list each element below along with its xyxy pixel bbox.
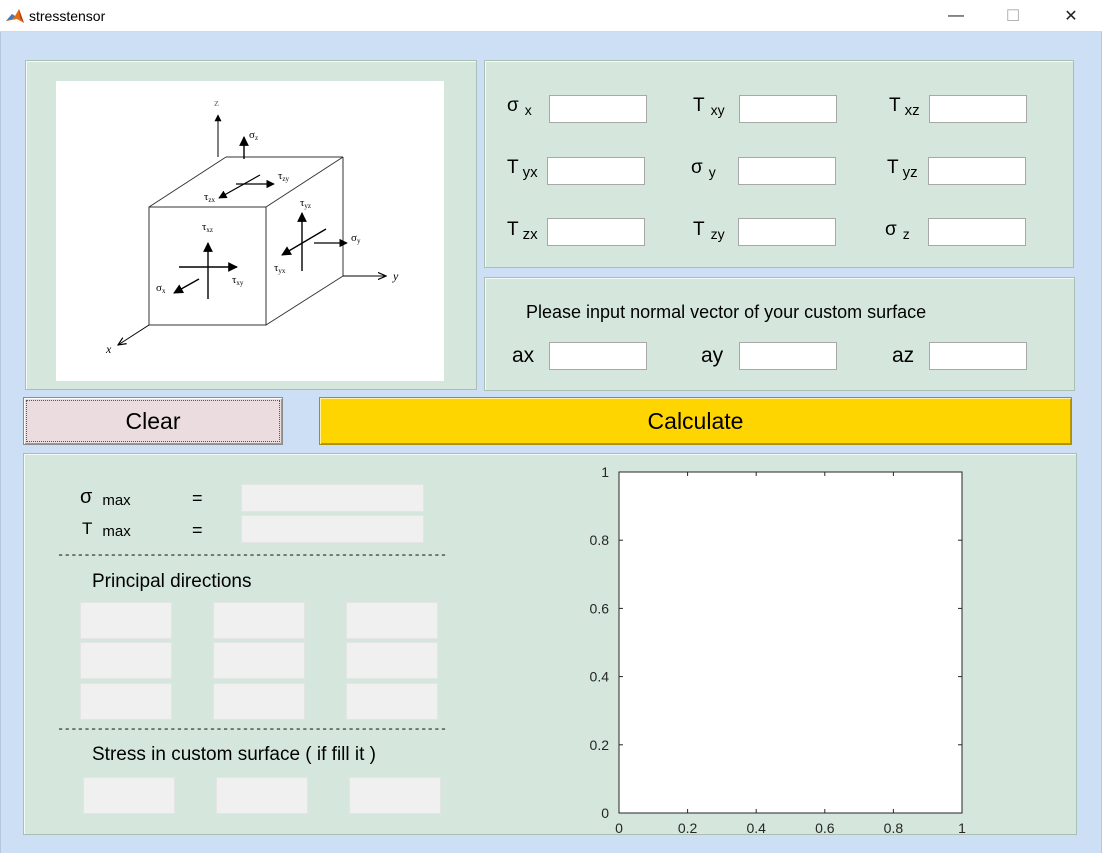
tau-zy-field-label: Tzy (693, 219, 725, 242)
tau-max-output (241, 515, 424, 543)
x-axis-label: x (105, 342, 112, 356)
x-tick-label: 1 (958, 820, 966, 834)
sigma-z-input[interactable] (928, 218, 1026, 246)
custom-stress-output-3 (349, 777, 441, 814)
principal-cell-3-3 (346, 683, 438, 720)
y-tick-label: 0 (601, 805, 609, 821)
tau-max-label: Tmax (82, 519, 131, 540)
sigma-max-equals: = (192, 488, 203, 508)
principal-cell-1-3 (346, 602, 438, 639)
window-title: stresstensor (29, 8, 106, 24)
ax-input[interactable] (549, 342, 647, 370)
divider-bottom: ----------------------------------------… (57, 722, 447, 736)
custom-stress-output-1 (83, 777, 175, 814)
calculate-button[interactable]: Calculate (319, 397, 1072, 445)
sigma-max-output (241, 484, 424, 512)
tau-yx-field-label: Tyx (507, 157, 538, 181)
matlab-icon (6, 9, 24, 23)
principal-directions-title: Principal directions (92, 571, 252, 592)
x-tick-label: 0.2 (678, 820, 698, 834)
z-axis-label: z (214, 97, 219, 109)
principal-cell-2-3 (346, 642, 438, 679)
clear-button[interactable]: Clear (23, 397, 283, 445)
y-tick-label: 0.8 (590, 532, 610, 548)
tau-max-equals: = (192, 520, 203, 540)
tau-xy-label: τxy (232, 274, 244, 287)
sigma-max-label: σ max (80, 486, 131, 509)
ay-input[interactable] (739, 342, 837, 370)
sigma-x-input[interactable] (549, 95, 647, 123)
x-tick-label: 0 (615, 820, 623, 834)
tau-zy-label: τzy (278, 170, 290, 183)
result-plot[interactable]: 0 0.2 0.4 0.6 0.8 1 0 0.2 0.4 0.6 0.8 1 (584, 462, 1004, 834)
x-tick-label: 0.6 (815, 820, 835, 834)
principal-cell-1-2 (213, 602, 305, 639)
minimize-button[interactable]: — (933, 0, 979, 32)
tau-zy-input[interactable] (738, 218, 836, 246)
tau-xz-label: τxz (202, 221, 213, 234)
sigma-y-input[interactable] (738, 157, 836, 185)
custom-stress-output-2 (216, 777, 308, 814)
title-bar: stresstensor — ☐ ✕ (0, 0, 1102, 32)
principal-cell-3-1 (80, 683, 172, 720)
az-label: az (892, 344, 915, 367)
sigma-y-label: σy (351, 232, 361, 245)
sigma-z-label: σz (249, 129, 258, 142)
sigma-y-field-label: σy (691, 157, 716, 180)
diagram-panel: z y x σz τzy τzx τxz τxy σx τyz τyx σy (25, 60, 477, 390)
tau-yz-input[interactable] (928, 157, 1026, 185)
principal-cell-2-1 (80, 642, 172, 679)
tau-xy-field-label: Txy (693, 95, 725, 118)
ax-label: ax (512, 344, 535, 367)
y-tick-label: 0.4 (590, 669, 610, 685)
custom-surface-title: Stress in custom surface ( if fill it ) (92, 744, 377, 765)
y-tick-label: 0.2 (590, 737, 610, 753)
divider-top: ----------------------------------------… (57, 548, 447, 562)
x-tick-label: 0.4 (746, 820, 766, 834)
y-axis-label: y (392, 269, 399, 283)
tau-zx-input[interactable] (547, 218, 645, 246)
tau-zx-field-label: Tzx (507, 219, 538, 243)
close-button[interactable]: ✕ (1048, 0, 1094, 32)
window-body: z y x σz τzy τzx τxz τxy σx τyz τyx σy σ… (0, 32, 1102, 853)
tau-yz-label: τyz (300, 197, 311, 210)
stress-tensor-panel: σx Txy Txz Tyx σy Tyz Tzx Tzy σz (484, 60, 1074, 268)
principal-cell-2-2 (213, 642, 305, 679)
normal-vector-panel: Please input normal vector of your custo… (484, 277, 1075, 391)
tau-zx-label: τzx (204, 191, 216, 204)
plot-area[interactable] (618, 471, 963, 814)
principal-cell-3-2 (213, 683, 305, 720)
sigma-x-field-label: σx (507, 95, 532, 118)
tau-yx-label: τyx (274, 262, 286, 275)
y-tick-label: 1 (601, 464, 609, 480)
ay-label: ay (701, 344, 724, 367)
maximize-button[interactable]: ☐ (990, 0, 1036, 32)
sigma-z-field-label: σz (885, 219, 910, 242)
tau-yx-input[interactable] (547, 157, 645, 185)
x-tick-label: 0.8 (884, 820, 904, 834)
principal-cell-1-1 (80, 602, 172, 639)
az-input[interactable] (929, 342, 1027, 370)
normal-vector-title: Please input normal vector of your custo… (526, 302, 927, 322)
results-panel: σ max = Tmax = --------------------------… (23, 453, 1077, 835)
stress-cube-diagram: z y x σz τzy τzx τxz τxy σx τyz τyx σy (56, 81, 444, 381)
tau-xy-input[interactable] (739, 95, 837, 123)
tau-xz-field-label: Txz (889, 95, 920, 119)
tau-xz-input[interactable] (929, 95, 1027, 123)
tau-yz-field-label: Tyz (887, 157, 918, 181)
sigma-x-label: σx (156, 282, 166, 295)
y-tick-label: 0.6 (590, 600, 610, 616)
